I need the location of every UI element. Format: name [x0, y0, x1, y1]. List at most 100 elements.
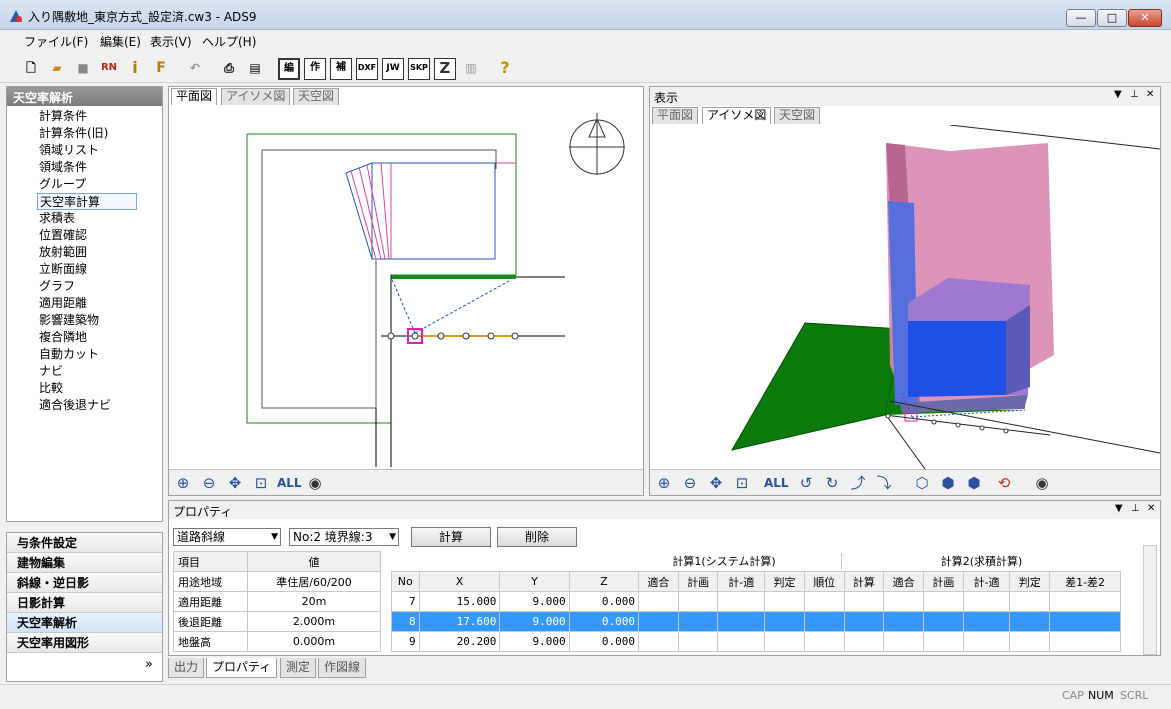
category-given-conditions[interactable]: 与条件設定 — [7, 533, 162, 553]
nav-item-auto-cut[interactable]: 自動カット — [37, 346, 101, 363]
iso-zoom-out-icon[interactable]: ⊖ — [680, 473, 700, 493]
nav-item-graph[interactable]: グラフ — [37, 278, 77, 295]
nav-item-composite-adjacent[interactable]: 複合隣地 — [37, 329, 89, 346]
nav-item-sky-calc[interactable]: 天空率計算 — [37, 193, 137, 210]
more-categories-button[interactable]: » — [145, 657, 153, 672]
pin-icon[interactable]: ⊥ — [1130, 89, 1139, 100]
iso-pan-icon[interactable]: ✥ — [706, 473, 726, 493]
help-button[interactable]: ? — [494, 58, 516, 80]
nav-item-region-list[interactable]: 領域リスト — [37, 142, 101, 159]
menu-help[interactable]: ヘルプ(H) — [202, 33, 256, 50]
boundary-select[interactable]: No:2 境界線:3 ▼ — [289, 528, 399, 546]
prop-row[interactable]: 地盤高 0.000m — [173, 631, 381, 652]
panel-close-icon[interactable]: ✕ — [1146, 89, 1154, 100]
print-icon[interactable]: ⎙ — [218, 58, 240, 80]
menu-edit[interactable]: 編集(E) — [100, 33, 141, 50]
tilt-up-icon[interactable]: ⤴ — [848, 473, 868, 493]
tab-plan[interactable]: 平面図 — [171, 88, 218, 105]
zoom-out-icon[interactable]: ⊖ — [199, 473, 219, 493]
draw-mode-button[interactable]: 作 — [304, 58, 326, 80]
delete-button[interactable]: 削除 — [497, 527, 577, 547]
tab-isometric[interactable]: アイソメ図 — [221, 88, 291, 105]
pan-icon[interactable]: ✥ — [225, 473, 245, 493]
close-button[interactable]: ✕ — [1128, 9, 1162, 27]
calc-button[interactable]: 計算 — [411, 527, 491, 547]
zoom-window-icon[interactable]: ⊡ — [251, 473, 271, 493]
iso-zoom-in-icon[interactable]: ⊕ — [654, 473, 674, 493]
iso-drawing[interactable] — [650, 125, 1160, 469]
nav-item-group[interactable]: グループ — [37, 176, 88, 193]
nav-item-setback-navi[interactable]: 適合後退ナビ — [37, 397, 113, 414]
book-icon[interactable]: ▥ — [460, 58, 482, 80]
open-folder-icon[interactable]: ▰ — [46, 58, 68, 80]
cube-hidden-icon[interactable]: ⬢ — [938, 473, 958, 493]
tab-properties[interactable]: プロパティ — [206, 658, 278, 678]
nav-item-region-conditions[interactable]: 領域条件 — [37, 159, 89, 176]
edit-mode-button[interactable]: 編 — [278, 58, 300, 80]
tab-construction-lines[interactable]: 作図線 — [318, 658, 367, 678]
nav-item-area-table[interactable]: 求積表 — [37, 210, 77, 227]
cube-wire-icon[interactable]: ⬡ — [912, 473, 932, 493]
iso-tab-sky[interactable]: 天空図 — [774, 107, 821, 124]
dxf-button[interactable]: DXF — [356, 58, 378, 80]
prop-row[interactable]: 適用距離 20m — [173, 591, 381, 612]
new-file-icon[interactable]: 🗋 — [20, 58, 42, 80]
aux-mode-button[interactable]: 補 — [330, 58, 352, 80]
table-row-selected[interactable]: 8 17.600 9.000 0.000 — [391, 611, 1121, 632]
plan-drawing[interactable] — [169, 105, 643, 467]
nav-item-section-line[interactable]: 立断面線 — [37, 261, 89, 278]
f-button[interactable]: F — [150, 58, 172, 80]
category-building-edit[interactable]: 建物編集 — [7, 553, 162, 573]
iso-eye-icon[interactable]: ◉ — [1032, 473, 1052, 493]
rotate-3d-icon[interactable]: ⟲ — [994, 473, 1014, 493]
zoom-in-icon[interactable]: ⊕ — [173, 473, 193, 493]
panel-menu-icon[interactable]: ▼ — [1114, 89, 1122, 100]
save-icon[interactable]: ■ — [72, 58, 94, 80]
z-button[interactable]: Z — [434, 58, 456, 80]
props-close-icon[interactable]: ✕ — [1147, 503, 1155, 514]
props-pin-icon[interactable]: ⊥ — [1131, 503, 1140, 514]
menu-view[interactable]: 表示(V) — [150, 33, 192, 50]
minimize-button[interactable]: — — [1066, 9, 1096, 27]
nav-item-calc-conditions-old[interactable]: 計算条件(旧) — [37, 125, 110, 142]
undo-icon[interactable]: ↶ — [184, 58, 206, 80]
menu-file[interactable]: ファイル(F) — [24, 33, 88, 50]
jw-button[interactable]: JW — [382, 58, 404, 80]
skp-button[interactable]: SKP — [408, 58, 430, 80]
props-scrollbar[interactable] — [1143, 545, 1157, 655]
maximize-button[interactable]: □ — [1097, 9, 1127, 27]
nav-item-position-check[interactable]: 位置確認 — [37, 227, 89, 244]
nav-item-applied-distance[interactable]: 適用距離 — [37, 295, 89, 312]
rotate-right-icon[interactable]: ↻ — [822, 473, 842, 493]
props-menu-icon[interactable]: ▼ — [1115, 503, 1123, 514]
iso-tab-isometric[interactable]: アイソメ図 — [702, 107, 772, 124]
tab-measure[interactable]: 測定 — [280, 658, 317, 678]
iso-zoom-window-icon[interactable]: ⊡ — [732, 473, 752, 493]
iso-tab-plan[interactable]: 平面図 — [652, 107, 699, 124]
prop-row[interactable]: 後退距離 2.000m — [173, 611, 381, 632]
nav-item-radiation-range[interactable]: 放射範囲 — [37, 244, 89, 261]
category-sky-analysis[interactable]: 天空率解析 — [7, 613, 162, 633]
category-sky-figures[interactable]: 天空率用図形 — [7, 633, 162, 653]
eye-icon[interactable]: ◉ — [305, 473, 325, 493]
nav-item-compare[interactable]: 比較 — [37, 380, 65, 397]
nav-item-calc-conditions[interactable]: 計算条件 — [37, 108, 89, 125]
print-preview-icon[interactable]: ▤ — [244, 58, 266, 80]
tab-sky[interactable]: 天空図 — [293, 88, 340, 105]
iso-zoom-all-button[interactable]: ALL — [764, 473, 789, 493]
table-row[interactable]: 7 15.000 9.000 0.000 — [391, 591, 1121, 612]
category-shadow-calc[interactable]: 日影計算 — [7, 593, 162, 613]
type-select[interactable]: 道路斜線 ▼ — [173, 528, 281, 546]
tab-output[interactable]: 出力 — [168, 658, 205, 678]
rn-button[interactable]: RN — [98, 58, 120, 80]
prop-row[interactable]: 用途地域 準住居/60/200 — [173, 571, 381, 592]
info-button[interactable]: i — [124, 58, 146, 80]
category-slant-shadow[interactable]: 斜線・逆日影 — [7, 573, 162, 593]
cube-shaded-icon[interactable]: ⬢ — [964, 473, 984, 493]
table-row[interactable]: 9 20.200 9.000 0.000 — [391, 631, 1121, 652]
nav-item-affecting-buildings[interactable]: 影響建築物 — [37, 312, 101, 329]
nav-item-navi[interactable]: ナビ — [37, 363, 65, 380]
rotate-left-icon[interactable]: ↺ — [796, 473, 816, 493]
tilt-down-icon[interactable]: ⤵ — [874, 473, 894, 493]
zoom-all-button[interactable]: ALL — [277, 473, 302, 493]
